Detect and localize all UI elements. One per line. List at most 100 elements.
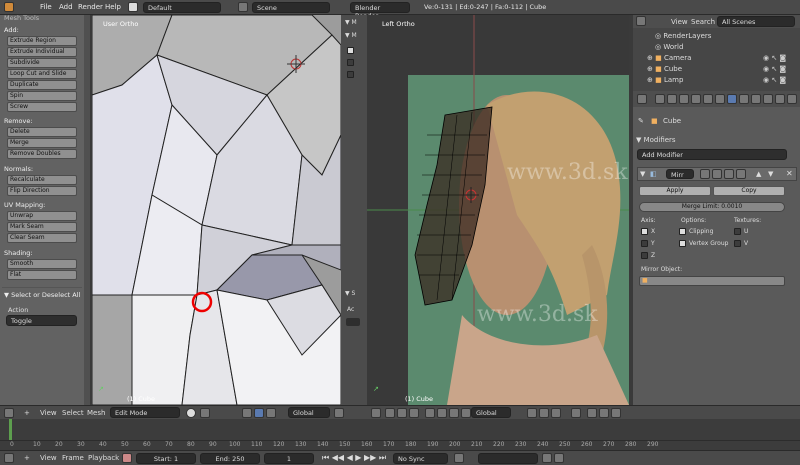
outliner-item-cube[interactable]: ⊕ ■ Cube — [647, 65, 682, 73]
current-frame-marker[interactable] — [9, 419, 12, 441]
timeline-menu-view[interactable]: View — [40, 454, 57, 462]
texture-v-checkbox[interactable] — [734, 240, 741, 247]
view-icon[interactable] — [385, 408, 395, 418]
menu-file[interactable]: File — [40, 3, 52, 11]
keying-icon[interactable] — [454, 453, 464, 463]
copy-button[interactable]: Copy — [713, 186, 785, 196]
delete-button[interactable]: Delete — [7, 127, 77, 137]
outliner-item-world[interactable]: ◎ World — [655, 43, 683, 51]
action-select[interactable]: Toggle — [6, 315, 77, 326]
add-modifier-select[interactable]: Add Modifier — [637, 149, 787, 160]
outliner-item-lamp[interactable]: ⊕ ■ Lamp — [647, 76, 683, 84]
clear-seam-button[interactable]: Clear Seam — [7, 233, 77, 243]
texture-tab-icon[interactable] — [763, 94, 773, 104]
keying-set-select[interactable] — [478, 453, 538, 464]
side-checkbox[interactable] — [347, 47, 354, 54]
tool-shelf-scrollbar[interactable] — [84, 15, 90, 405]
translate-icon[interactable] — [254, 408, 264, 418]
merge-button[interactable]: Merge — [7, 138, 77, 148]
pin-icon[interactable]: ✎ — [638, 117, 644, 125]
cage-toggle-icon[interactable] — [736, 169, 746, 179]
material-tab-icon[interactable] — [751, 94, 761, 104]
duplicate-button[interactable]: Duplicate — [7, 80, 77, 90]
side-select[interactable] — [346, 318, 360, 326]
viewport-left-ortho[interactable]: Left Ortho www.3d.sk www.3d.sk (1) Cube … — [367, 15, 629, 405]
screw-button[interactable]: Screw — [7, 102, 77, 112]
render-toggle-icon[interactable] — [700, 169, 710, 179]
outliner-item-renderlayers[interactable]: ◎ RenderLayers — [655, 32, 711, 40]
spin-button[interactable]: Spin — [7, 91, 77, 101]
editmode-toggle-icon[interactable] — [724, 169, 734, 179]
select-icon[interactable] — [397, 408, 407, 418]
record-icon[interactable] — [122, 453, 132, 463]
manipulator-icon[interactable] — [242, 408, 252, 418]
side-checkbox[interactable] — [347, 59, 354, 66]
modifiers-tab-icon[interactable] — [727, 94, 737, 104]
start-frame-field[interactable]: Start: 1 — [136, 453, 196, 464]
snap-icon[interactable] — [587, 408, 597, 418]
render-engine-select[interactable]: Blender Render — [350, 2, 410, 20]
scene-icon[interactable] — [238, 2, 248, 12]
editor-type-icon[interactable] — [4, 453, 14, 463]
modifiers-panel-title[interactable]: ▼ Modifiers — [636, 136, 676, 144]
axis-y-checkbox[interactable] — [641, 240, 648, 247]
flip-direction-button[interactable]: Flip Direction — [7, 186, 77, 196]
collapse-icon[interactable]: ▼ — [640, 170, 645, 178]
current-frame-field[interactable]: 1 — [264, 453, 314, 464]
axis-z-checkbox[interactable] — [641, 252, 648, 259]
outliner-filter-select[interactable]: All Scenes — [717, 16, 795, 27]
recalculate-button[interactable]: Recalculate — [7, 175, 77, 185]
timeline-menu-playback[interactable]: Playback — [88, 454, 119, 462]
modifier-name-field[interactable]: Mirr — [666, 169, 694, 179]
unwrap-button[interactable]: Unwrap — [7, 211, 77, 221]
viewport-toggle-icon[interactable] — [712, 169, 722, 179]
world-tab-icon[interactable] — [691, 94, 701, 104]
mode-select[interactable]: Edit Mode — [110, 407, 180, 418]
extrude-region-button[interactable]: Extrude Region — [7, 36, 77, 46]
edge-select-icon[interactable] — [539, 408, 549, 418]
outliner-search-menu[interactable]: Search — [691, 18, 715, 26]
vertex-group-checkbox[interactable] — [679, 240, 686, 247]
viewport-user-ortho[interactable]: User Ortho (1) Cube ↗ — [92, 15, 341, 405]
operator-panel-title[interactable]: ▼ Select or Deselect All — [4, 291, 80, 299]
screen-layout-select[interactable]: Default — [143, 2, 221, 13]
toggle-icon[interactable]: + — [24, 454, 30, 462]
visibility-eye-icon[interactable]: ◉ ↖ ◙ — [763, 54, 786, 62]
layers-tab-icon[interactable] — [667, 94, 677, 104]
outliner-editor-icon[interactable] — [636, 16, 646, 26]
flat-button[interactable]: Flat — [7, 270, 77, 280]
vertex-select-icon[interactable] — [334, 408, 344, 418]
rotate-icon[interactable] — [266, 408, 276, 418]
extrude-individual-button[interactable]: Extrude Individual — [7, 47, 77, 57]
timeline[interactable]: 0 10 20 30 40 50 60 70 80 90 100 110 120… — [0, 419, 800, 450]
vertex-select-icon[interactable] — [527, 408, 537, 418]
outliner-item-camera[interactable]: ⊕ ■ Camera — [647, 54, 691, 62]
smooth-button[interactable]: Smooth — [7, 259, 77, 269]
apply-button[interactable]: Apply — [639, 186, 711, 196]
translate-icon[interactable] — [449, 408, 459, 418]
move-down-icon[interactable]: ▼ — [768, 170, 773, 178]
physics-tab-icon[interactable] — [787, 94, 797, 104]
proportional-edit-icon[interactable] — [571, 408, 581, 418]
constraints-tab-icon[interactable] — [715, 94, 725, 104]
subdivide-button[interactable]: Subdivide — [7, 58, 77, 68]
menu-help[interactable]: Help — [105, 3, 121, 11]
pivot-icon[interactable] — [200, 408, 210, 418]
scene-select[interactable]: Scene — [252, 2, 330, 13]
end-frame-field[interactable]: End: 250 — [200, 453, 260, 464]
mark-seam-button[interactable]: Mark Seam — [7, 222, 77, 232]
render-tab-icon[interactable] — [655, 94, 665, 104]
insert-keyframe-icon[interactable] — [542, 453, 552, 463]
render-preview-icon[interactable] — [599, 408, 609, 418]
header-menu-select[interactable]: Select — [62, 409, 84, 417]
side-checkbox[interactable] — [347, 71, 354, 78]
scene-tab-icon[interactable] — [679, 94, 689, 104]
merge-limit-field[interactable]: Merge Limit: 0.0010 — [639, 202, 785, 212]
delete-keyframe-icon[interactable] — [554, 453, 564, 463]
layer-icon[interactable] — [611, 408, 621, 418]
move-up-icon[interactable]: ▲ — [756, 170, 761, 178]
orientation-select[interactable]: Global — [288, 407, 330, 418]
mirror-object-field[interactable]: ■ — [639, 276, 785, 286]
pivot-icon[interactable] — [425, 408, 435, 418]
properties-editor-icon[interactable] — [637, 94, 647, 104]
